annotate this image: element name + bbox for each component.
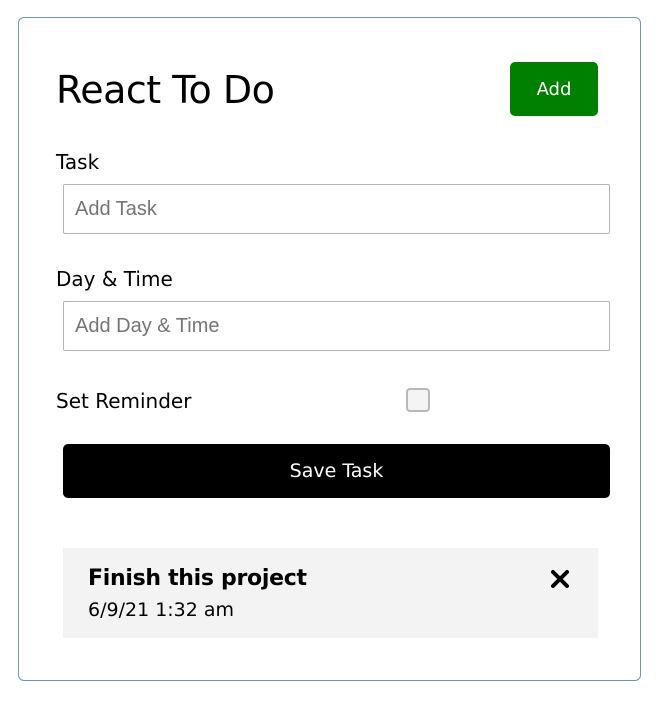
task-item[interactable]: Finish this project 6/9/21 1:32 am xyxy=(63,548,598,638)
reminder-label: Set Reminder xyxy=(56,389,192,413)
day-time-input[interactable] xyxy=(63,301,610,351)
add-button[interactable]: Add xyxy=(510,62,598,116)
reminder-checkbox[interactable] xyxy=(406,388,430,412)
page-title: React To Do xyxy=(56,68,275,112)
task-label: Task xyxy=(56,150,100,174)
task-day: 6/9/21 1:32 am xyxy=(88,599,235,621)
save-task-button[interactable]: Save Task xyxy=(63,444,610,498)
todo-container: React To Do Add Task Day & Time Set Remi… xyxy=(18,17,641,681)
day-time-label: Day & Time xyxy=(56,267,173,291)
close-icon[interactable] xyxy=(549,568,571,590)
task-text: Finish this project xyxy=(88,566,307,591)
task-input[interactable] xyxy=(63,184,610,234)
